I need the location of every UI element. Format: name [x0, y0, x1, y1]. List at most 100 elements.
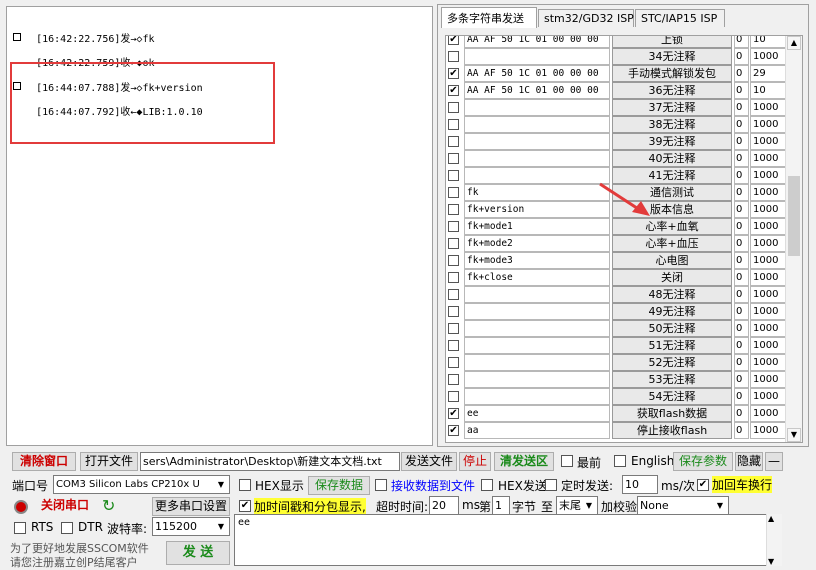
row-order-input[interactable]: 0	[734, 337, 749, 354]
row-data-input[interactable]	[464, 388, 610, 405]
row-delay-input[interactable]: 1000	[750, 48, 786, 65]
row-send-button[interactable]: 50无注释	[612, 320, 732, 337]
row-order-input[interactable]: 0	[734, 269, 749, 286]
row-order-input[interactable]: 0	[734, 82, 749, 99]
row-send-button[interactable]: 心率+血氧	[612, 218, 732, 235]
promo-line-2[interactable]: 请您注册嘉立创P结尾客户	[10, 554, 138, 570]
row-delay-input[interactable]: 1000	[750, 184, 786, 201]
row-delay-input[interactable]: 1000	[750, 218, 786, 235]
row-checkbox[interactable]: ✔	[448, 36, 459, 45]
row-delay-input[interactable]: 1000	[750, 337, 786, 354]
row-send-button[interactable]: 获取flash数据	[612, 405, 732, 422]
row-delay-input[interactable]: 1000	[750, 252, 786, 269]
row-delay-input[interactable]: 1000	[750, 235, 786, 252]
row-data-input[interactable]	[464, 320, 610, 337]
row-order-input[interactable]: 0	[734, 116, 749, 133]
rts-checkbox[interactable]	[14, 522, 26, 534]
row-delay-input[interactable]: 1000	[750, 99, 786, 116]
send-scrollbar[interactable]: ▲ ▼	[766, 514, 782, 566]
scroll-down-icon[interactable]: ▼	[787, 428, 801, 442]
row-checkbox[interactable]: ✔	[448, 425, 459, 436]
send-text-area[interactable]: ee	[234, 514, 782, 566]
row-data-input[interactable]	[464, 371, 610, 388]
row-delay-input[interactable]: 1000	[750, 303, 786, 320]
row-order-input[interactable]: 0	[734, 167, 749, 184]
row-delay-input[interactable]: 29	[750, 65, 786, 82]
save-data-button[interactable]: 保存数据	[308, 476, 370, 495]
file-path-field[interactable]: sers\Administrator\Desktop\新建文本文档.txt	[140, 452, 400, 471]
row-order-input[interactable]: 0	[734, 388, 749, 405]
row-delay-input[interactable]: 1000	[750, 133, 786, 150]
row-delay-input[interactable]: 10	[750, 36, 786, 48]
scroll-up-icon[interactable]: ▲	[768, 514, 774, 523]
row-checkbox[interactable]	[448, 238, 459, 249]
row-checkbox[interactable]: ✔	[448, 68, 459, 79]
row-send-button[interactable]: 停止接收flash	[612, 422, 732, 439]
row-send-button[interactable]: 上锁	[612, 36, 732, 48]
row-checkbox[interactable]	[448, 170, 459, 181]
row-delay-input[interactable]: 1000	[750, 388, 786, 405]
row-data-input[interactable]: ee	[464, 405, 610, 422]
add-crlf-checkbox[interactable]: ✔	[697, 479, 709, 491]
hide-button[interactable]: 隐藏	[735, 452, 763, 471]
refresh-icon[interactable]: ↻	[102, 497, 120, 515]
open-file-button[interactable]: 打开文件	[80, 452, 138, 471]
row-send-button[interactable]: 38无注释	[612, 116, 732, 133]
hex-send-checkbox[interactable]	[481, 479, 493, 491]
row-order-input[interactable]: 0	[734, 303, 749, 320]
row-checkbox[interactable]	[448, 255, 459, 266]
clear-send-button[interactable]: 清发送区	[494, 452, 554, 471]
stop-button[interactable]: 停止	[459, 452, 491, 471]
row-delay-input[interactable]: 1000	[750, 269, 786, 286]
scroll-up-icon[interactable]: ▲	[787, 36, 801, 50]
row-checkbox[interactable]	[448, 221, 459, 232]
dtr-checkbox[interactable]	[61, 522, 73, 534]
row-data-input[interactable]	[464, 286, 610, 303]
row-checkbox[interactable]	[448, 323, 459, 334]
byte-index-input[interactable]: 1	[492, 496, 510, 515]
baud-select[interactable]: 115200 ▼	[152, 517, 230, 536]
scroll-down-icon[interactable]: ▼	[768, 557, 774, 566]
row-order-input[interactable]: 0	[734, 65, 749, 82]
row-checkbox[interactable]	[448, 136, 459, 147]
row-send-button[interactable]: 52无注释	[612, 354, 732, 371]
close-port-button[interactable]: 关闭串口	[32, 497, 98, 516]
row-data-input[interactable]: AA AF 50 1C 01 00 00 00	[464, 65, 610, 82]
row-order-input[interactable]: 0	[734, 150, 749, 167]
row-order-input[interactable]: 0	[734, 99, 749, 116]
row-delay-input[interactable]: 1000	[750, 167, 786, 184]
row-checkbox[interactable]	[448, 374, 459, 385]
timed-send-checkbox[interactable]	[545, 479, 557, 491]
row-data-input[interactable]	[464, 303, 610, 320]
send-button[interactable]: 发 送	[166, 541, 230, 565]
row-delay-input[interactable]: 1000	[750, 201, 786, 218]
timeout-input[interactable]: 20	[429, 496, 459, 515]
row-checkbox[interactable]	[448, 102, 459, 113]
row-data-input[interactable]	[464, 354, 610, 371]
row-send-button[interactable]: 34无注释	[612, 48, 732, 65]
row-checkbox[interactable]	[448, 391, 459, 402]
row-send-button[interactable]: 版本信息	[612, 201, 732, 218]
row-data-input[interactable]: aa	[464, 422, 610, 439]
hex-display-checkbox[interactable]	[239, 479, 251, 491]
tab-stc-isp[interactable]: STC/IAP15 ISP	[635, 9, 725, 27]
row-send-button[interactable]: 36无注释	[612, 82, 732, 99]
row-data-input[interactable]: fk+close	[464, 269, 610, 286]
row-data-input[interactable]	[464, 150, 610, 167]
row-order-input[interactable]: 0	[734, 36, 749, 48]
row-delay-input[interactable]: 1000	[750, 371, 786, 388]
recv-to-file-checkbox[interactable]	[375, 479, 387, 491]
tail-select[interactable]: 末尾 ▼	[556, 496, 598, 515]
row-send-button[interactable]: 心电图	[612, 252, 732, 269]
row-checkbox[interactable]	[448, 357, 459, 368]
clear-window-button[interactable]: 清除窗口	[12, 452, 76, 471]
row-checkbox[interactable]	[448, 153, 459, 164]
row-order-input[interactable]: 0	[734, 354, 749, 371]
row-order-input[interactable]: 0	[734, 201, 749, 218]
row-data-input[interactable]	[464, 116, 610, 133]
row-order-input[interactable]: 0	[734, 133, 749, 150]
row-checkbox[interactable]	[448, 306, 459, 317]
row-send-button[interactable]: 关闭	[612, 269, 732, 286]
tab-stm32-isp[interactable]: stm32/GD32 ISP	[538, 9, 634, 27]
row-data-input[interactable]: fk+version	[464, 201, 610, 218]
